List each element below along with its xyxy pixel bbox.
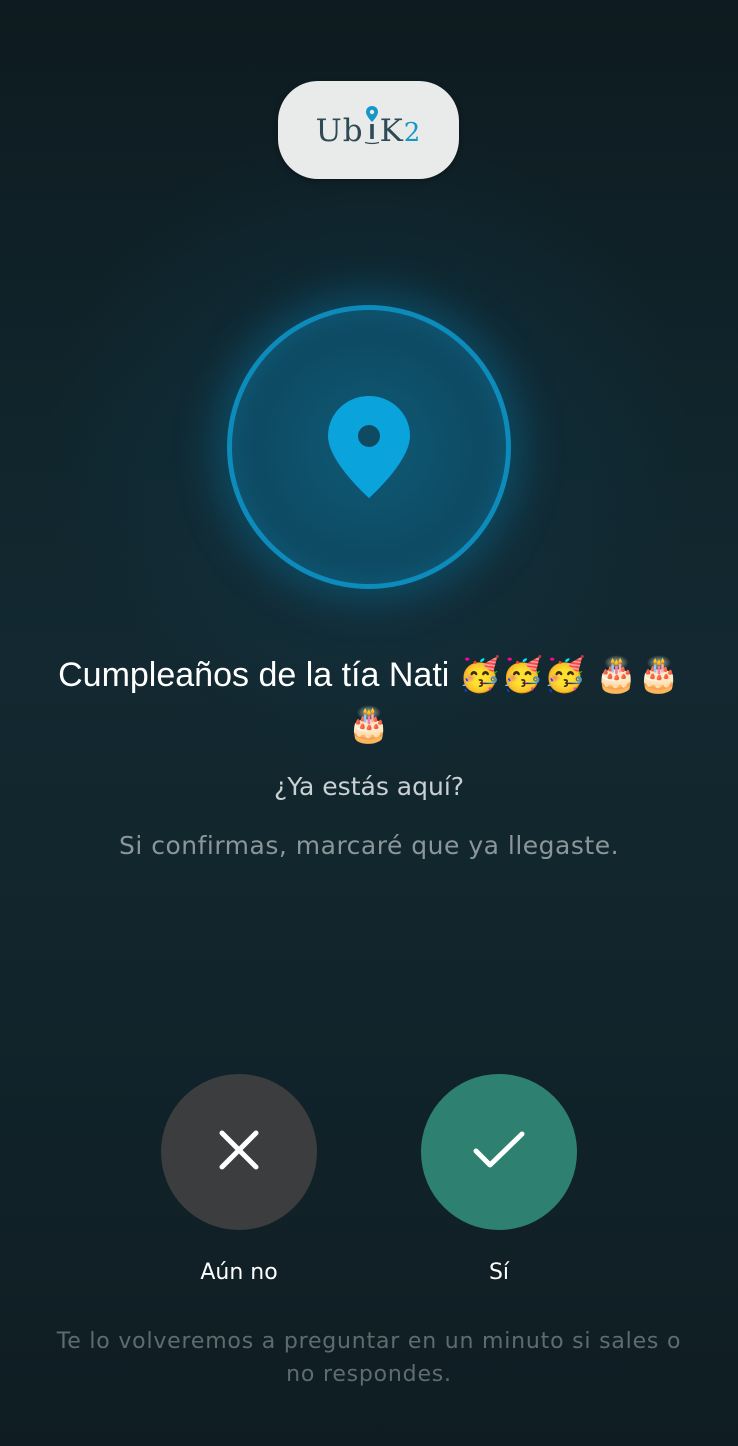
not-yet-label: Aún no xyxy=(200,1260,278,1285)
confirm-yes-button[interactable] xyxy=(421,1074,577,1230)
arrival-description: Si confirmas, marcaré que ya llegaste. xyxy=(118,831,620,860)
map-pin-icon xyxy=(328,396,410,502)
logo-text-left: Ub xyxy=(315,113,364,149)
arrival-question: ¿Ya estás aquí? xyxy=(273,772,465,801)
not-yet-button[interactable] xyxy=(161,1074,317,1230)
logo-number: 2 xyxy=(403,118,422,148)
logo-pin-icon xyxy=(364,106,379,145)
reminder-note: Te lo volveremos a preguntar en un minut… xyxy=(56,1329,682,1387)
logo-wordmark: Ub K 2 xyxy=(315,106,422,149)
check-icon xyxy=(473,1130,525,1174)
event-title: Cumpleaños de la tía Nati 🥳🥳🥳 🎂🎂🎂 xyxy=(58,656,680,744)
app-logo: Ub K 2 xyxy=(278,81,459,179)
close-icon xyxy=(219,1130,259,1174)
yes-label: Sí xyxy=(488,1260,510,1285)
logo-text-right: K xyxy=(379,113,404,149)
